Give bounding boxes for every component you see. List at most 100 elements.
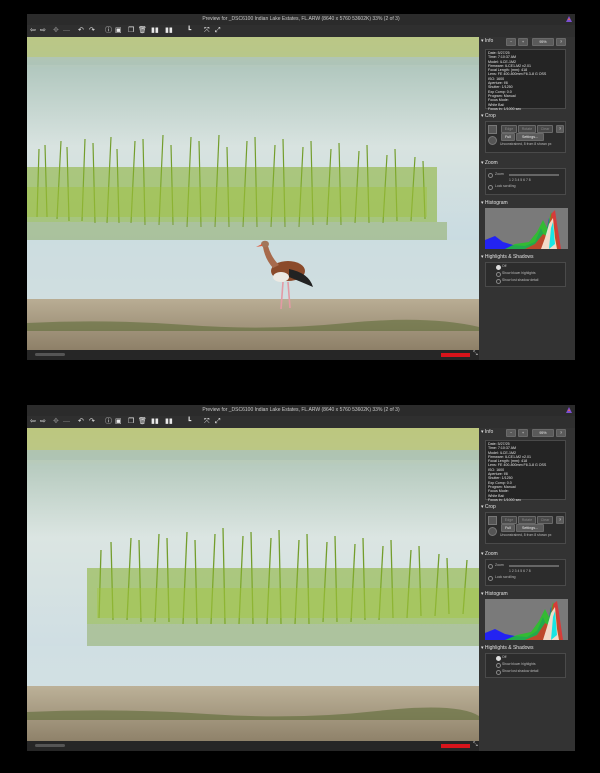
rotate-left-icon[interactable]: ↶ [78, 418, 84, 426]
zoom-fit-icon[interactable]: ⤡ [473, 742, 478, 749]
aspect-icon[interactable] [488, 136, 497, 145]
levels-icon[interactable]: ┗ [187, 418, 191, 426]
crop-note: Unconstrained, 8 from 8 shown px [500, 533, 552, 537]
info-box: Date: 5/27/25 Time: 7:10:37 AM Model: IL… [485, 440, 566, 502]
photo-view[interactable] [27, 37, 479, 350]
move-icon[interactable]: ✥ [53, 27, 59, 35]
copy-icon[interactable]: ❐ [128, 418, 134, 426]
layout-grid-icon[interactable]: ▮▮ [165, 418, 173, 426]
zoom-slider[interactable] [509, 174, 559, 176]
crop-full-button[interactable]: Full [501, 133, 515, 141]
status-bar: ⤡ [27, 741, 479, 751]
zoom-select[interactable]: 95% [532, 38, 554, 46]
image-icon[interactable]: ▣ [115, 418, 122, 426]
zoom-in-button[interactable]: + [518, 38, 528, 46]
zoom-radio[interactable] [488, 564, 493, 569]
help-button[interactable]: ? [556, 429, 566, 437]
lost-shadow-label: Show lost shadow detail [502, 669, 539, 673]
app-logo-icon [566, 407, 572, 413]
crop-clear-button[interactable]: Clear [537, 125, 553, 133]
help-button[interactable]: ? [556, 38, 566, 46]
arrow-right-icon[interactable]: ⇨ [40, 27, 46, 35]
zoom-section-heading[interactable]: ▾ Zoom [481, 551, 498, 557]
lost-shadow-radio[interactable] [496, 279, 501, 284]
highlights-section-heading[interactable]: ▾ Highlights & Shadows [481, 645, 534, 651]
histogram-section-heading[interactable]: ▾ Histogram [481, 591, 508, 597]
crop-clear-button[interactable]: Clear [537, 516, 553, 524]
lost-shadow-radio[interactable] [496, 670, 501, 675]
layout-single-icon[interactable]: ▮▮ [151, 27, 159, 35]
info-icon[interactable]: ⓘ [105, 27, 112, 35]
zoom-section-heading[interactable]: ▾ Zoom [481, 160, 498, 166]
lock-scrolling-label: Lock scrolling [495, 184, 516, 188]
crop-rotate-button[interactable]: Rotate [518, 516, 536, 524]
zoom-scale: 1 2 3 4 5 6 7 8 [509, 569, 531, 573]
zoom-out-button[interactable]: − [506, 38, 516, 46]
exif-info-text: Date: 5/27/25 Time: 7:10:37 AM Model: IL… [488, 51, 547, 111]
info-section-heading[interactable]: ▾ Info [481, 429, 493, 435]
fullscreen-icon[interactable]: ⤢ [215, 418, 221, 426]
arrow-right-icon[interactable]: ⇨ [40, 418, 46, 426]
image-icon[interactable]: ▣ [115, 27, 122, 35]
fit-icon[interactable]: ⤧ [204, 418, 210, 426]
lock-scrolling-checkbox[interactable] [488, 576, 493, 581]
move-icon[interactable]: ✥ [53, 418, 59, 426]
rotate-left-icon[interactable]: ↶ [78, 27, 84, 35]
highlights-off-radio[interactable] [496, 656, 501, 661]
blown-highlights-label: Show blown highlights [502, 271, 536, 275]
arrow-left-icon[interactable]: ⇦ [30, 418, 36, 426]
trash-icon[interactable]: 🗑 [138, 418, 147, 426]
side-panel: ▾ Info − + 95% ? Date: 5/27/25 Time: 7:1… [479, 428, 575, 751]
background-photo [27, 428, 479, 741]
aspect-icon[interactable] [488, 527, 497, 536]
zoom-in-button[interactable]: + [518, 429, 528, 437]
crop-icon[interactable] [488, 516, 497, 525]
zoom-fit-icon[interactable]: ⤡ [473, 351, 478, 358]
arrow-left-icon[interactable]: ⇦ [30, 27, 36, 35]
histogram-section-heading[interactable]: ▾ Histogram [481, 200, 508, 206]
crop-help-button[interactable]: ? [556, 516, 564, 524]
clipping-indicator [441, 353, 470, 357]
crop-help-button[interactable]: ? [556, 125, 564, 133]
zoom-select[interactable]: 95% [532, 429, 554, 437]
crop-settings-button[interactable]: Settings... [516, 524, 544, 532]
highlights-section-heading[interactable]: ▾ Highlights & Shadows [481, 254, 534, 260]
copy-icon[interactable]: ❐ [128, 27, 134, 35]
blown-highlights-radio[interactable] [496, 272, 501, 277]
zoom-label: Zoom [495, 563, 504, 567]
info-icon[interactable]: ⓘ [105, 418, 112, 426]
zoom-label: Zoom [495, 172, 504, 176]
levels-icon[interactable]: ┗ [187, 27, 191, 35]
rotate-right-icon[interactable]: ↷ [89, 27, 95, 35]
zoom-radio[interactable] [488, 173, 493, 178]
rotate-right-icon[interactable]: ↷ [89, 418, 95, 426]
zoom-scale: 1 2 3 4 5 6 7 8 [509, 178, 531, 182]
info-section-heading[interactable]: ▾ Info [481, 38, 493, 44]
photo-view[interactable] [27, 428, 479, 741]
crop-section-heading[interactable]: ▾ Crop [481, 113, 496, 119]
crop-edge-button[interactable]: Edge [501, 125, 517, 133]
lost-shadow-label: Show lost shadow detail [502, 278, 539, 282]
crop-icon[interactable] [488, 125, 497, 134]
highlights-off-radio[interactable] [496, 265, 501, 270]
blown-highlights-radio[interactable] [496, 663, 501, 668]
fullscreen-icon[interactable]: ⤢ [215, 27, 221, 35]
crop-edge-button[interactable]: Edge [501, 516, 517, 524]
crop-rotate-button[interactable]: Rotate [518, 125, 536, 133]
crop-section-heading[interactable]: ▾ Crop [481, 504, 496, 510]
histogram-graph [485, 599, 568, 640]
layout-grid-icon[interactable]: ▮▮ [165, 27, 173, 35]
trash-icon[interactable]: 🗑 [138, 27, 147, 35]
crop-settings-button[interactable]: Settings... [516, 133, 544, 141]
fit-icon[interactable]: ⤧ [204, 27, 210, 35]
lock-scrolling-checkbox[interactable] [488, 185, 493, 190]
zoom-slider[interactable] [509, 565, 559, 567]
dash-icon[interactable]: — [63, 418, 70, 426]
horizontal-scrollbar[interactable] [35, 353, 65, 356]
layout-single-icon[interactable]: ▮▮ [151, 418, 159, 426]
horizontal-scrollbar[interactable] [35, 744, 65, 747]
exif-info-text: Date: 5/27/25 Time: 7:10:37 AM Model: IL… [488, 442, 547, 502]
zoom-out-button[interactable]: − [506, 429, 516, 437]
dash-icon[interactable]: — [63, 27, 70, 35]
crop-full-button[interactable]: Full [501, 524, 515, 532]
